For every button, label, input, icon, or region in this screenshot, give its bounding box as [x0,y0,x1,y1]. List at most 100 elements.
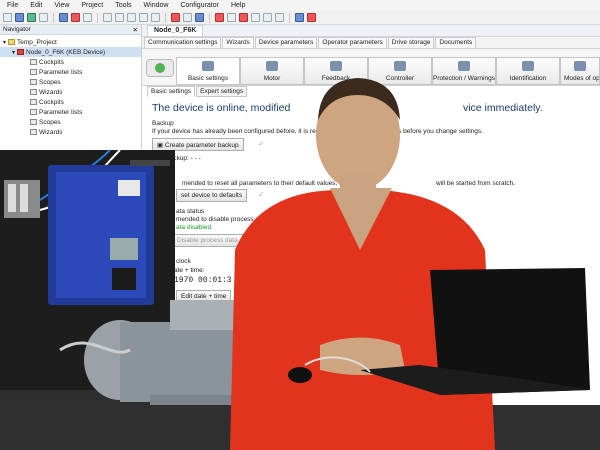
menu-file[interactable]: File [7,2,18,9]
tab-device-parameters[interactable]: Device parameters [254,37,318,48]
menu-window[interactable]: Window [144,2,169,9]
tab-node-document[interactable]: Node_0_F6K [147,25,204,36]
feedback-icon [330,61,342,71]
process-data-description: mended to disable process data [176,216,269,223]
wizard-icon [30,129,37,135]
collapse-icon[interactable]: ▾ [3,39,6,46]
undo-icon[interactable] [103,13,112,22]
tree-label: Parameter lists [39,108,83,116]
wrench-icon [202,61,214,71]
tab-documents[interactable]: Documents [435,37,477,48]
tree-node-cockpits[interactable]: Cockpits [0,57,141,67]
reset-defaults-button[interactable]: set device to defaults [176,189,248,202]
toolbar-separator [209,12,210,23]
wizard-step-feedback[interactable]: Feedback [304,57,368,85]
wizard-step-motor[interactable]: Motor [240,57,304,85]
backup-description-right: arameters before you change settings. [372,128,483,135]
tree-node-project[interactable]: ▾ Temp_Project [0,37,141,47]
stop-icon[interactable] [239,13,248,22]
content-tabs: Basic settings Expert settings [147,86,248,97]
wizard-step-label: Motor [263,75,281,82]
edit-icon[interactable] [251,13,260,22]
create-backup-button[interactable]: ▣ Create parameter backup [152,138,244,151]
edit-date-time-label: Edit date + time [181,293,227,300]
close-icon[interactable]: ✕ [133,26,138,34]
online-message: The device is online, modified values wil… [152,102,543,114]
device-icon [17,49,25,55]
search-icon[interactable] [263,13,272,22]
tab-basic-settings[interactable]: Basic settings [147,86,196,97]
tab-operator-parameters[interactable]: Operator parameters [318,37,387,48]
clock-heading: clock [176,258,191,265]
list-icon [30,109,37,115]
wizard-step-basic-settings[interactable]: Basic settings [176,57,240,85]
tree-label: Scopes [39,78,61,86]
menu-view[interactable]: View [54,2,69,9]
save-icon[interactable] [27,13,36,22]
motor-icon [266,61,278,71]
tab-wizards[interactable]: Wizards [222,37,254,48]
wizard-steps-bar: Basic settings Motor Feedback Controller… [142,49,600,86]
tree-node-parameter-lists[interactable]: Parameter lists [0,67,141,77]
scope-icon [30,119,37,125]
cockpit-icon [30,99,37,105]
save-all-icon[interactable] [39,13,48,22]
edit-date-time-button[interactable]: Edit date + time [176,290,232,303]
menu-bar: File Edit View Project Tools Window Conf… [0,0,600,11]
menu-project[interactable]: Project [81,2,103,9]
tab-expert-settings[interactable]: Expert settings [196,86,248,97]
menu-edit[interactable]: Edit [30,2,42,9]
upload-icon[interactable] [215,13,224,22]
paste-icon[interactable] [139,13,148,22]
tree-label: Cockpits [39,98,64,106]
tree-node-wizards[interactable]: Wizards [0,87,141,97]
tree-node-parameter-lists[interactable]: Parameter lists [0,107,141,117]
tab-drive-storage[interactable]: Drive storage [387,37,435,48]
print-icon[interactable] [59,13,68,22]
tree-node-device[interactable]: ▾ Node_0_F6K (KEB Device) [0,47,141,57]
reset-description-left: mended to reset all parameters to their … [182,180,343,187]
project-label: Temp_Project [17,38,57,46]
controller-icon [394,61,406,71]
wizard-step-modes[interactable]: Modes of op [560,57,600,85]
menu-tools[interactable]: Tools [115,2,131,9]
record-icon[interactable] [71,13,80,22]
collapse-icon[interactable]: ▾ [12,49,15,56]
tab-communication-settings[interactable]: Communication settings [144,37,222,48]
menu-help[interactable]: Help [231,2,245,9]
chart-icon[interactable] [307,13,316,22]
cut-icon[interactable] [127,13,136,22]
scope-icon[interactable] [295,13,304,22]
identification-icon [522,61,534,71]
device-icon[interactable] [183,13,192,22]
wizard-step-label: Basic settings [187,75,229,82]
last-backup-text: Last backup: - - - [152,155,201,162]
open-folder-icon[interactable] [15,13,24,22]
project-folder-icon [8,39,16,45]
reset-defaults-label: set device to defaults [181,192,243,199]
toolbar-separator [97,12,98,23]
copy-icon[interactable] [83,13,92,22]
settings-icon[interactable] [195,13,204,22]
delete-icon[interactable] [151,13,160,22]
tree-label: Cockpits [39,58,64,66]
tree-node-wizards[interactable]: Wizards [0,127,141,137]
start-arrow-icon[interactable] [146,59,174,77]
disable-process-data-button[interactable]: Disable process data [172,234,243,247]
tree-node-scopes[interactable]: Scopes [0,117,141,127]
monitor-icon[interactable] [275,13,284,22]
tree-node-cockpits[interactable]: Cockpits [0,97,141,107]
wizard-step-label: Identification [509,75,547,82]
wizard-step-protection[interactable]: Protection / Warnings [432,57,496,85]
navigator-header: Navigator ✕ [0,25,141,35]
redo-icon[interactable] [115,13,124,22]
wizard-step-identification[interactable]: Identification [496,57,560,85]
menu-configurator[interactable]: Configurator [180,2,219,9]
new-file-icon[interactable] [3,13,12,22]
clock-value: 1970 00:01:3 [174,276,232,285]
download-icon[interactable] [227,13,236,22]
wizard-step-controller[interactable]: Controller [368,57,432,85]
tree-node-scopes[interactable]: Scopes [0,77,141,87]
connect-icon[interactable] [171,13,180,22]
toolbar-separator [289,12,290,23]
